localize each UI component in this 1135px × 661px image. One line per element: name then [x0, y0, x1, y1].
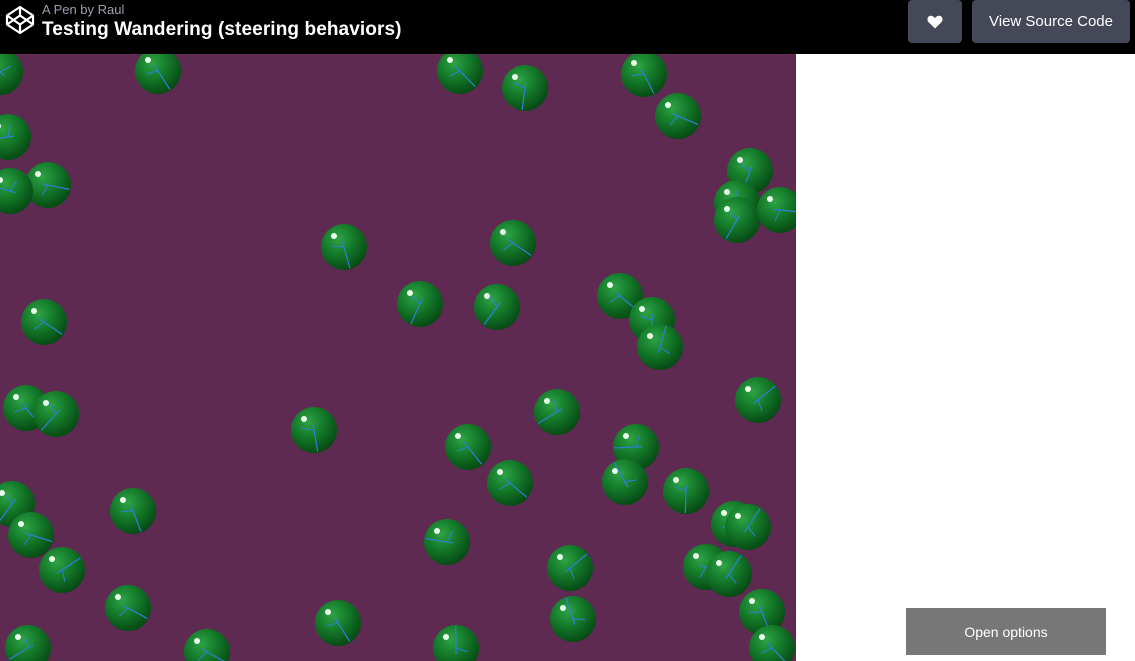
agent-highlight: [724, 189, 730, 195]
wandering-agent: [437, 54, 483, 94]
agent-highlight: [735, 513, 741, 519]
agent-highlight: [15, 634, 21, 640]
agent-highlight: [145, 57, 151, 63]
wandering-agent: [0, 54, 23, 95]
wandering-scene: [0, 54, 796, 661]
agent-highlight: [455, 433, 461, 439]
simulation-canvas[interactable]: [0, 54, 796, 661]
wandering-agent: [110, 488, 156, 534]
wandering-agent: [184, 629, 230, 661]
agent-highlight: [18, 521, 24, 527]
agent-highlight: [500, 229, 506, 235]
agent-highlight: [434, 528, 440, 534]
love-button[interactable]: [908, 0, 962, 43]
wandering-agent: [655, 93, 701, 139]
pen-byline[interactable]: A Pen by Raul: [42, 2, 124, 17]
wandering-agent: [487, 460, 533, 506]
agent-highlight: [673, 477, 679, 483]
agent-highlight: [194, 638, 200, 644]
agent-highlight: [331, 233, 337, 239]
agent-highlight: [639, 306, 645, 312]
agent-highlight: [665, 102, 671, 108]
wandering-agent: [424, 519, 470, 565]
agent-body: [621, 54, 667, 97]
agent-highlight: [484, 293, 490, 299]
agent-highlight: [13, 394, 19, 400]
agent-highlight: [749, 598, 755, 604]
wandering-agent: [433, 625, 479, 661]
wandering-agent: [474, 284, 520, 330]
steering-line: [331, 245, 345, 248]
wandering-agent: [105, 585, 151, 631]
agent-highlight: [407, 290, 413, 296]
wandering-agent: [397, 281, 443, 327]
agent-highlight: [737, 157, 743, 163]
heart-icon: [927, 15, 943, 28]
agent-highlight: [49, 556, 55, 562]
wandering-agent: [315, 600, 361, 646]
agent-highlight: [120, 497, 126, 503]
wandering-agent: [490, 220, 536, 266]
agent-highlight: [497, 469, 503, 475]
view-source-button[interactable]: View Source Code: [972, 0, 1130, 43]
agent-highlight: [759, 634, 765, 640]
agent-highlight: [512, 74, 518, 80]
wandering-agent: [0, 114, 31, 160]
open-options-button[interactable]: Open options: [906, 608, 1106, 655]
codepen-logo-icon[interactable]: [4, 4, 36, 36]
wandering-agent: [714, 197, 760, 243]
wandering-agent: [602, 459, 648, 505]
agent-body: [437, 54, 483, 94]
agent-highlight: [631, 60, 637, 66]
agent-highlight: [115, 594, 121, 600]
wandering-agent: [445, 424, 491, 470]
wandering-agent: [757, 187, 796, 233]
agent-highlight: [721, 510, 727, 516]
agent-highlight: [767, 196, 773, 202]
wandering-agent: [291, 407, 337, 453]
wandering-agent: [534, 389, 580, 435]
agent-body: [135, 54, 181, 94]
agent-highlight: [447, 57, 453, 63]
agent-highlight: [544, 398, 550, 404]
agent-highlight: [557, 554, 563, 560]
wandering-agent: [8, 512, 54, 558]
pen-title: Testing Wandering (steering behaviors): [42, 19, 402, 40]
agent-highlight: [623, 433, 629, 439]
agent-highlight: [693, 553, 699, 559]
velocity-line: [684, 484, 687, 514]
agent-highlight: [43, 400, 49, 406]
agent-highlight: [560, 605, 566, 611]
wandering-agent: [321, 224, 367, 270]
wandering-agent: [502, 65, 548, 111]
agent-highlight: [607, 282, 613, 288]
agent-body: [5, 625, 51, 661]
wandering-agent: [39, 547, 85, 593]
agent-highlight: [716, 560, 722, 566]
agent-highlight: [325, 609, 331, 615]
wandering-agent: [547, 545, 593, 591]
agent-highlight: [443, 634, 449, 640]
wandering-agent: [21, 299, 67, 345]
header-bar: A Pen by Raul Testing Wandering (steerin…: [0, 0, 1135, 54]
agent-body: [184, 629, 230, 661]
wandering-agent: [725, 504, 771, 550]
wandering-agent: [706, 551, 752, 597]
agent-highlight: [301, 416, 307, 422]
agent-highlight: [31, 308, 37, 314]
wandering-agent: [33, 391, 79, 437]
wandering-agent: [135, 54, 181, 94]
wandering-agent: [621, 54, 667, 97]
wandering-agent: [5, 625, 51, 661]
agent-highlight: [35, 171, 41, 177]
wandering-agent: [663, 468, 709, 514]
agent-highlight: [745, 386, 751, 392]
wandering-agent: [550, 596, 596, 642]
wandering-agent: [637, 324, 683, 370]
wandering-agent: [735, 377, 781, 423]
agent-highlight: [647, 333, 653, 339]
